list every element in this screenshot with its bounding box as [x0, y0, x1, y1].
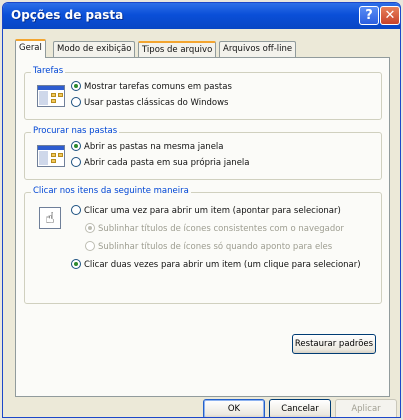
radio-button-disabled-checked[interactable] [85, 222, 95, 233]
tab-modo-de-exibicao[interactable]: Modo de exibição [53, 41, 136, 57]
radio-button-checked[interactable] [71, 140, 81, 151]
radio-label: Mostrar tarefas comuns em pastas [84, 82, 232, 92]
radio-button-disabled[interactable] [85, 240, 95, 251]
cancel-button[interactable]: Cancelar [269, 399, 331, 417]
radio-label: Abrir as pastas na mesma janela [84, 142, 224, 152]
tab-panel-geral: Tarefas Mostrar tarefas comuns em pastas… [15, 57, 390, 397]
radio-mostrar-tarefas[interactable]: Mostrar tarefas comuns em pastas [71, 80, 232, 93]
radio-sublinhar-navegador[interactable]: Sublinhar títulos de ícones consistentes… [85, 222, 344, 235]
folder-options-dialog: Opções de pasta ? ✕ Geral Modo de exibiç… [2, 2, 401, 418]
radio-label: Sublinhar títulos de ícones só quando ap… [98, 242, 333, 252]
radio-button[interactable] [71, 96, 81, 107]
radio-label: Sublinhar títulos de ícones consistentes… [98, 224, 344, 234]
group-tarefas: Tarefas Mostrar tarefas comuns em pastas… [24, 66, 382, 120]
radio-clicar-duas-vezes[interactable]: Clicar duas vezes para abrir um item (um… [71, 258, 361, 271]
window-title: Opções de pasta [11, 8, 124, 22]
radio-sublinhar-ao-apontar[interactable]: Sublinhar títulos de ícones só quando ap… [85, 240, 333, 253]
help-button[interactable]: ? [359, 6, 379, 25]
tab-arquivos-off-line[interactable]: Arquivos off-line [219, 41, 297, 57]
radio-label: Clicar duas vezes para abrir um item (um… [84, 260, 361, 270]
radio-button-checked[interactable] [71, 258, 81, 269]
radio-label: Abrir cada pasta em sua própria janela [84, 158, 250, 168]
group-procurar-nas-pastas: Procurar nas pastas Abrir as pastas na m… [24, 126, 382, 180]
dialog-body: Geral Modo de exibição Tipos de arquivo … [3, 29, 400, 417]
radio-mesma-janela[interactable]: Abrir as pastas na mesma janela [71, 140, 224, 153]
group-label-tarefas: Tarefas [31, 66, 66, 76]
radio-clicar-uma-vez[interactable]: Clicar uma vez para abrir um item (apont… [71, 204, 341, 217]
radio-button[interactable] [71, 156, 81, 167]
group-label-clicar: Clicar nos itens da seguinte maneira [31, 186, 191, 196]
radio-pastas-classicas[interactable]: Usar pastas clássicas do Windows [71, 96, 229, 109]
close-button[interactable]: ✕ [380, 6, 400, 25]
tab-tipos-de-arquivo[interactable]: Tipos de arquivo [138, 41, 217, 57]
tab-geral[interactable]: Geral [15, 39, 46, 58]
ok-button[interactable]: OK [203, 399, 265, 417]
radio-propria-janela[interactable]: Abrir cada pasta em sua própria janela [71, 156, 250, 169]
group-clicar-nos-itens: Clicar nos itens da seguinte maneira ☝ C… [24, 186, 382, 304]
radio-label: Usar pastas clássicas do Windows [84, 98, 229, 108]
tasks-view-icon [37, 85, 65, 107]
restore-defaults-button[interactable]: Restaurar padrões [292, 334, 376, 354]
title-bar: Opções de pasta ? ✕ [3, 3, 400, 29]
radio-button-checked[interactable] [71, 80, 81, 91]
apply-button[interactable]: Aplicar [335, 399, 397, 417]
radio-button[interactable] [71, 204, 81, 215]
hand-cursor-icon: ☝ [39, 207, 61, 229]
browse-window-icon [37, 145, 65, 167]
radio-label: Clicar uma vez para abrir um item (apont… [84, 206, 341, 216]
group-label-procurar: Procurar nas pastas [31, 126, 120, 136]
